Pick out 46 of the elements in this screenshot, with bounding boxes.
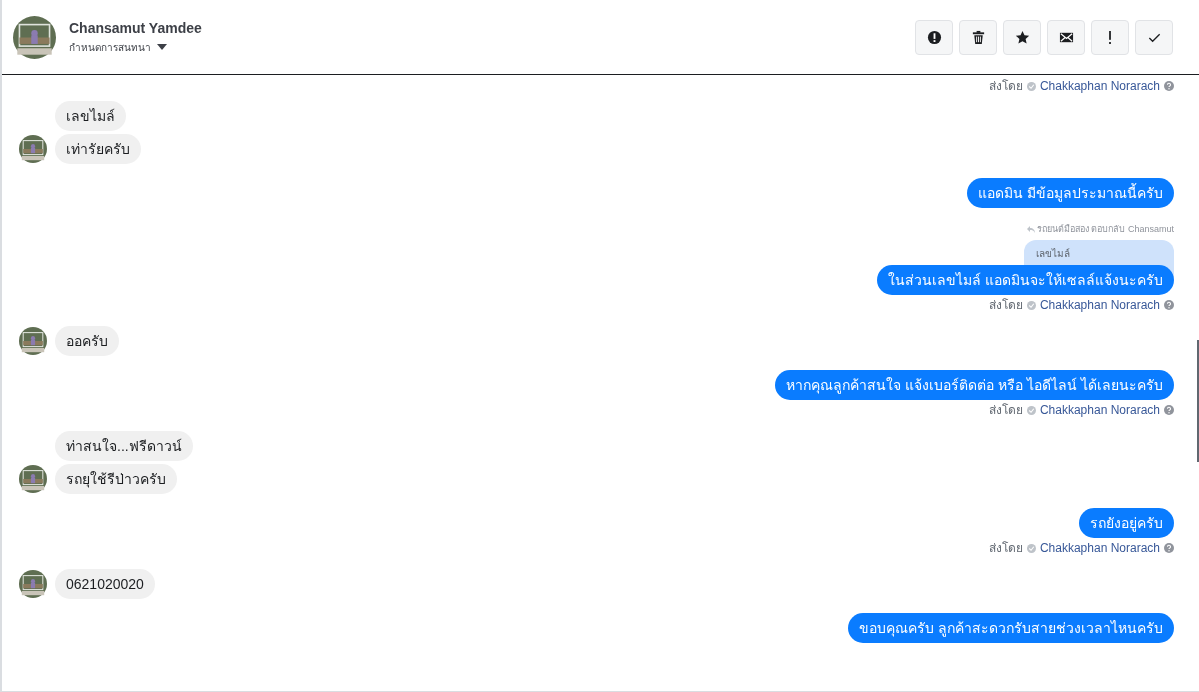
contact-avatar [19, 135, 47, 163]
sender-name-link[interactable]: Chakkaphan Norarach [1039, 79, 1160, 93]
verified-icon [1026, 81, 1036, 91]
reply-icon [1026, 225, 1035, 233]
help-icon[interactable] [1164, 405, 1174, 415]
envelope-button[interactable] [1047, 19, 1085, 55]
scrollbar-thumb[interactable] [1197, 340, 1199, 462]
caret-icon [157, 44, 167, 50]
reply-note-text: รถยนต์มือสอง ตอบกลับ Chansamut [1036, 223, 1174, 236]
help-icon[interactable] [1164, 543, 1174, 553]
outgoing-message-bubble: แอดมิน มีข้อมูลประมาณนี้ครับ [967, 178, 1174, 208]
sent-by-label: ส่งโดย [988, 541, 1023, 555]
alert-button[interactable] [915, 19, 953, 55]
sender-name-link[interactable]: Chakkaphan Norarach [1039, 541, 1160, 555]
incoming-message-bubble: ออครับ [55, 326, 119, 356]
star-button[interactable] [1003, 19, 1041, 55]
trash-button[interactable] [959, 19, 997, 55]
incoming-message-bubble: เลขไมล์ [55, 101, 126, 131]
outgoing-message-bubble: ขอบคุณครับ ลูกค้าสะดวกรับสายช่วงเวลาไหนครับ [848, 613, 1174, 643]
checkmark-button[interactable] [1135, 19, 1173, 55]
outgoing-message-bubble: รถยังอยู่ครับ [1079, 508, 1174, 538]
contact-avatar [19, 327, 47, 355]
sent-by-label: ส่งโดย [988, 79, 1023, 93]
star-icon [1014, 29, 1030, 45]
profile-avatar [13, 15, 56, 59]
incoming-message-bubble: 0621020020 [55, 569, 155, 599]
help-icon[interactable] [1164, 81, 1174, 91]
conversation-settings-dropdown[interactable]: กำหนดการสนทนา [69, 39, 167, 55]
contact-avatar [19, 570, 47, 598]
trash-icon [970, 29, 986, 45]
alert-icon [926, 29, 942, 45]
verified-icon [1026, 543, 1036, 553]
outgoing-message-bubble: หากคุณลูกค้าสนใจ แจ้งเบอร์ติดต่อ หรือ ไอดีไลน์ ได้เลยนะครับ [775, 370, 1174, 400]
incoming-message-bubble: รถยุใช้รีป่าวครับ [55, 464, 177, 494]
sender-name-link[interactable]: Chakkaphan Norarach [1039, 298, 1160, 312]
incoming-message-bubble: ท่าสนใจ...ฟรีดาวน์ [55, 431, 193, 461]
contact-name: Chansamut Yamdee [69, 19, 203, 36]
sent-by-label: ส่งโดย [988, 298, 1023, 312]
verified-icon [1026, 405, 1036, 415]
contact-avatar [19, 465, 47, 493]
sender-name-link[interactable]: Chakkaphan Norarach [1039, 403, 1160, 417]
sent-by-label: ส่งโดย [988, 403, 1023, 417]
outgoing-message-bubble: ในส่วนเลขไมล์ แอดมินจะให้เซลล์แจ้งนะครับ [877, 265, 1174, 295]
incoming-message-bubble: เท่ารัยครับ [55, 134, 141, 164]
help-icon[interactable] [1164, 300, 1174, 310]
verified-icon [1026, 300, 1036, 310]
